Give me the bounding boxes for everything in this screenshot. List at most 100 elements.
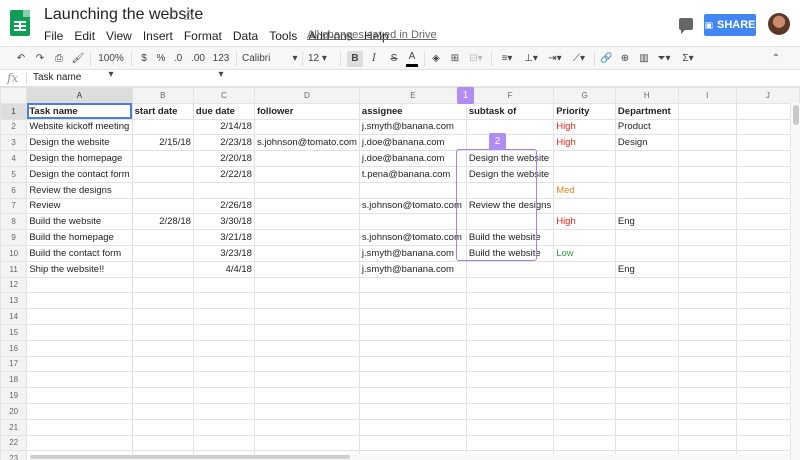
column-header-a[interactable]: A xyxy=(26,87,133,104)
cell[interactable] xyxy=(131,323,194,341)
cell[interactable] xyxy=(253,229,360,246)
cell[interactable] xyxy=(614,371,679,389)
cell[interactable] xyxy=(677,165,737,183)
cell[interactable]: j.smyth@banana.com xyxy=(358,244,467,262)
cell[interactable] xyxy=(131,260,194,278)
cell[interactable] xyxy=(465,308,555,325)
cell[interactable] xyxy=(677,102,737,120)
cell[interactable] xyxy=(553,150,616,167)
cell[interactable] xyxy=(614,292,679,310)
cell[interactable] xyxy=(192,371,255,389)
sheets-logo-icon[interactable] xyxy=(10,10,30,36)
cell[interactable]: 2/28/18 xyxy=(131,213,194,231)
cell[interactable] xyxy=(131,418,194,436)
cell[interactable] xyxy=(253,244,360,262)
cell[interactable]: Priority xyxy=(553,102,616,120)
cell[interactable] xyxy=(192,339,255,357)
borders-icon[interactable]: ⊞ xyxy=(449,51,461,67)
cell[interactable] xyxy=(131,292,194,310)
filter-icon[interactable]: ⏷▾ xyxy=(656,51,672,67)
cell[interactable] xyxy=(553,165,616,183)
paint-format-icon[interactable]: 🖌 xyxy=(71,51,85,67)
cell[interactable] xyxy=(253,276,360,294)
cell[interactable] xyxy=(614,150,679,167)
cell[interactable] xyxy=(131,197,194,215)
cell[interactable] xyxy=(677,213,737,231)
menu-tools[interactable]: Tools xyxy=(269,29,297,43)
cell[interactable] xyxy=(677,118,737,136)
row-header[interactable]: 7 xyxy=(0,197,28,215)
cell[interactable] xyxy=(677,292,737,310)
cell[interactable]: start date xyxy=(131,102,194,120)
print-icon[interactable]: ⎙ xyxy=(52,51,66,67)
cell[interactable] xyxy=(465,339,555,357)
cell[interactable] xyxy=(677,229,737,246)
cell[interactable] xyxy=(26,387,133,404)
cell[interactable]: j.doe@banana.com xyxy=(358,150,467,167)
insert-chart-icon[interactable]: ▥ xyxy=(638,51,650,67)
cell[interactable]: s.johnson@tomato.com xyxy=(358,197,467,215)
cell[interactable]: due date xyxy=(192,102,255,120)
row-header[interactable]: 21 xyxy=(0,418,28,436)
cell[interactable] xyxy=(253,181,360,199)
vertical-scroll-thumb[interactable] xyxy=(793,105,799,125)
cell[interactable] xyxy=(26,308,133,325)
row-header[interactable]: 6 xyxy=(0,181,28,199)
comments-icon[interactable] xyxy=(679,18,693,34)
cell[interactable] xyxy=(677,276,737,294)
cell[interactable]: Eng xyxy=(614,260,679,278)
row-header[interactable]: 8 xyxy=(0,213,28,231)
column-header-h[interactable]: H xyxy=(614,87,679,104)
cell[interactable] xyxy=(465,355,555,373)
cell[interactable]: subtask of xyxy=(465,102,555,120)
cell[interactable] xyxy=(553,292,616,310)
cell[interactable]: follower xyxy=(253,102,360,120)
collapse-toolbar-icon[interactable]: ⌃ xyxy=(770,51,782,67)
vertical-scrollbar[interactable] xyxy=(790,103,800,460)
cell[interactable] xyxy=(358,355,467,373)
cell[interactable] xyxy=(131,371,194,389)
cell[interactable] xyxy=(131,387,194,404)
cell[interactable] xyxy=(131,308,194,325)
cell[interactable] xyxy=(553,355,616,373)
cell[interactable] xyxy=(465,371,555,389)
row-header[interactable]: 10 xyxy=(0,244,28,262)
cell[interactable] xyxy=(131,118,194,136)
cell[interactable]: Build the contact form xyxy=(26,244,133,262)
cell[interactable]: Design the website xyxy=(26,134,133,152)
column-header-j[interactable]: J xyxy=(735,87,800,104)
cell[interactable] xyxy=(553,229,616,246)
cell[interactable] xyxy=(553,323,616,341)
cell[interactable]: Review xyxy=(26,197,133,215)
avatar[interactable] xyxy=(768,13,790,35)
cell[interactable]: Med xyxy=(553,181,616,199)
italic-button[interactable]: I xyxy=(368,51,380,67)
cell[interactable]: Build the website xyxy=(26,213,133,231)
cell[interactable] xyxy=(465,213,555,231)
cell[interactable] xyxy=(253,150,360,167)
cell[interactable] xyxy=(614,339,679,357)
increase-decimal-button[interactable]: .00 xyxy=(189,51,207,67)
cell[interactable]: High xyxy=(553,134,616,152)
cell[interactable] xyxy=(131,165,194,183)
undo-icon[interactable]: ↶ xyxy=(14,51,28,67)
horizontal-scrollbar[interactable] xyxy=(30,454,790,460)
column-header-b[interactable]: B xyxy=(131,87,194,104)
cell[interactable]: j.smyth@banana.com xyxy=(358,260,467,278)
cell[interactable] xyxy=(131,355,194,373)
cell[interactable] xyxy=(253,434,360,452)
cell[interactable] xyxy=(358,418,467,436)
row-header[interactable]: 12 xyxy=(0,276,28,294)
cell[interactable] xyxy=(677,150,737,167)
cell[interactable] xyxy=(553,387,616,404)
cell[interactable] xyxy=(553,339,616,357)
cell[interactable] xyxy=(192,355,255,373)
cell[interactable] xyxy=(677,323,737,341)
cell[interactable] xyxy=(358,181,467,199)
cell[interactable] xyxy=(677,197,737,215)
cell[interactable]: Review the designs xyxy=(26,181,133,199)
cell[interactable]: 2/15/18 xyxy=(131,134,194,152)
cell[interactable]: Design the website xyxy=(465,165,555,183)
cell[interactable] xyxy=(614,418,679,436)
chevron-down-icon[interactable]: ▾ xyxy=(290,51,300,67)
